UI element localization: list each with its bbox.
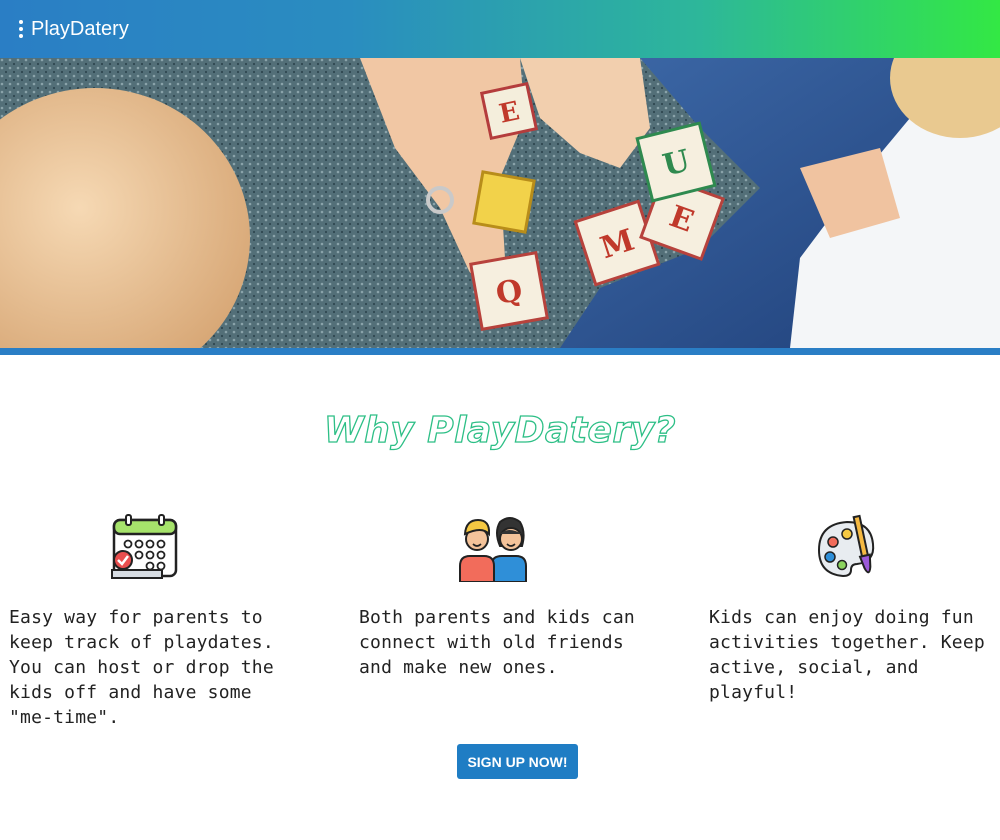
- hero-image: E Q M E U: [0, 58, 1000, 348]
- feature-text-activities: Kids can enjoy doing fun activities toge…: [709, 607, 985, 703]
- calendar-icon: [110, 514, 180, 584]
- top-navbar: PlayDatery: [0, 0, 1000, 58]
- paint-palette-icon: [813, 512, 883, 582]
- friends-icon: [458, 512, 528, 583]
- brand-link[interactable]: PlayDatery: [31, 18, 129, 41]
- hero-divider: [0, 348, 1000, 355]
- feature-text-connect: Both parents and kids can connect with o…: [359, 607, 635, 678]
- kebab-menu-icon[interactable]: [0, 0, 26, 58]
- sign-up-button[interactable]: SIGN UP NOW!: [457, 744, 578, 779]
- section-title: Why PlayDatery?: [323, 409, 677, 451]
- feature-text-tracking: Easy way for parents to keep track of pl…: [9, 607, 274, 728]
